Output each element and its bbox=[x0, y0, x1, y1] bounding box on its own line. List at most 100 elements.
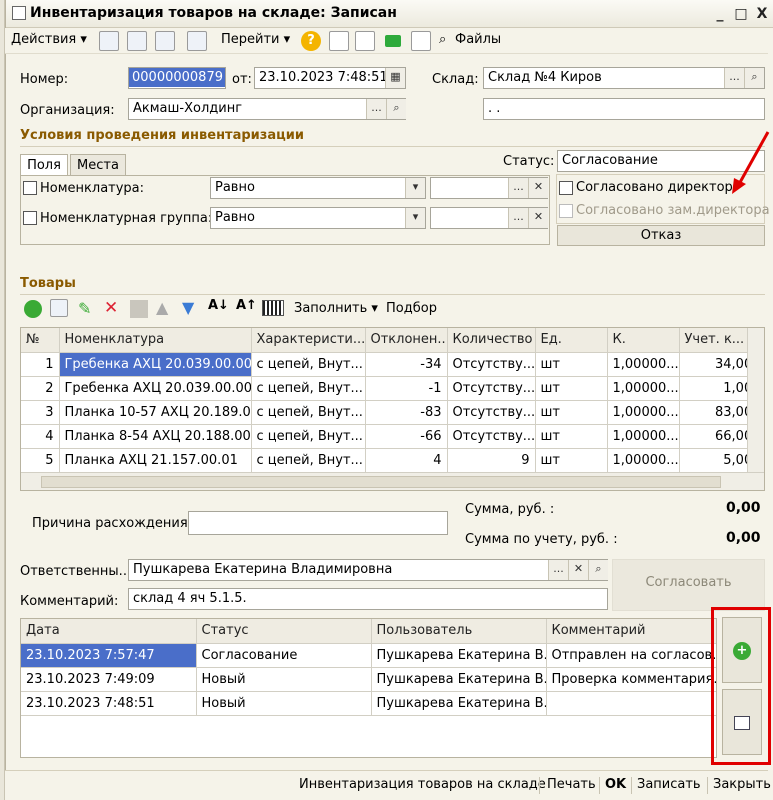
cell: 1,00000... bbox=[607, 400, 680, 425]
barcode-icon[interactable] bbox=[262, 300, 284, 316]
doc-journal-link[interactable]: Инвентаризация товаров на складе bbox=[299, 777, 546, 792]
create-based-icon[interactable] bbox=[187, 31, 207, 51]
table-row[interactable]: 23.10.2023 7:49:09 Новый Пушкарева Екатери… bbox=[21, 667, 716, 692]
chevron-down-icon[interactable]: ▾ bbox=[405, 178, 425, 198]
calendar-icon[interactable]: ▦ bbox=[385, 68, 405, 88]
paperclip-icon[interactable]: ⌕ bbox=[439, 32, 446, 47]
select-button[interactable]: Подбор bbox=[386, 301, 437, 316]
table-row[interactable]: 5 Планка АХЦ 21.157.00.01 с цепей, Внут...… bbox=[21, 448, 764, 473]
approved-deputy-checkbox[interactable] bbox=[559, 204, 573, 218]
sum-accounting-label: Сумма по учету, руб. : bbox=[465, 532, 618, 547]
sort-asc-icon[interactable]: A↓ bbox=[208, 298, 229, 313]
reason-field[interactable] bbox=[188, 511, 448, 535]
copy-row-icon[interactable] bbox=[50, 299, 68, 317]
col-number[interactable]: № bbox=[21, 328, 60, 353]
table-row[interactable]: 23.10.2023 7:48:51 Новый Пушкарева Екатери… bbox=[21, 691, 716, 716]
warehouse-field[interactable]: Склад №4 Киров bbox=[483, 67, 765, 89]
col-characteristic[interactable]: Характеристи... bbox=[251, 328, 366, 353]
clear-icon[interactable]: ✕ bbox=[528, 178, 548, 198]
number-field[interactable]: 00000000879 bbox=[128, 67, 226, 89]
sort-desc-icon[interactable]: A↑ bbox=[236, 298, 257, 313]
table-row[interactable]: 4 Планка 8-54 АХЦ 20.188.00.... с цепей, В… bbox=[21, 424, 764, 449]
cell: Новый bbox=[196, 667, 372, 692]
col-nomenclature[interactable]: Номенклатура bbox=[59, 328, 252, 353]
cell: Пушкарева Екатерина В... bbox=[371, 643, 547, 668]
save-button[interactable]: Записать bbox=[637, 777, 701, 792]
warehouse-select-button[interactable]: ... bbox=[724, 68, 744, 88]
date-field[interactable]: 23.10.2023 7:48:51 bbox=[254, 67, 406, 89]
col-user[interactable]: Пользователь bbox=[371, 619, 547, 644]
table-row[interactable]: 3 Планка 10-57 АХЦ 20.189.0... с цепей, Вн… bbox=[21, 400, 764, 425]
add-history-button[interactable]: + bbox=[722, 617, 762, 683]
fill-menu[interactable]: Заполнить ▾ bbox=[294, 301, 378, 316]
reject-button[interactable]: Отказ bbox=[557, 225, 765, 246]
clear-icon[interactable]: ✕ bbox=[528, 208, 548, 228]
approve-button[interactable]: Согласовать bbox=[612, 559, 765, 611]
clear-icon[interactable]: ✕ bbox=[568, 560, 588, 580]
open-history-button[interactable] bbox=[722, 689, 762, 755]
table-row[interactable]: 2Гребенка АХЦ 20.039.00.000...с цепей, В… bbox=[21, 376, 764, 401]
nomenclature-checkbox[interactable] bbox=[23, 181, 37, 195]
maximize-button[interactable]: □ bbox=[733, 6, 749, 22]
col-status[interactable]: Статус bbox=[196, 619, 372, 644]
close-window-button[interactable]: X bbox=[754, 6, 770, 22]
chevron-down-icon[interactable]: ▾ bbox=[405, 208, 425, 228]
cell: 23.10.2023 7:48:51 bbox=[21, 691, 197, 716]
move-up-icon[interactable]: ▲ bbox=[156, 298, 168, 317]
table-row[interactable]: 23.10.2023 7:57:47 Согласование Пушкарева … bbox=[21, 643, 716, 668]
edit-row-icon[interactable]: ✎ bbox=[78, 299, 91, 318]
actions-menu[interactable]: Действия ▾ bbox=[11, 32, 87, 47]
copy-icon[interactable] bbox=[155, 31, 175, 51]
nomenclature-op-select[interactable]: Равно bbox=[210, 177, 426, 199]
col-quantity[interactable]: Количество bbox=[447, 328, 536, 353]
tab-places[interactable]: Места bbox=[70, 154, 126, 176]
ok-button[interactable]: OK bbox=[605, 777, 626, 792]
title-bar: Инвентаризация товаров на складе: Записа… bbox=[6, 0, 773, 28]
status-green-icon[interactable] bbox=[385, 35, 401, 47]
cell: 4 bbox=[365, 448, 448, 473]
approved-director-checkbox[interactable] bbox=[559, 181, 573, 195]
group-value-select-button[interactable]: ... bbox=[508, 208, 528, 228]
minimize-button[interactable]: _ bbox=[712, 6, 728, 22]
organization-field[interactable]: Акмаш-Холдинг bbox=[128, 98, 406, 120]
nomenclature-value-select-button[interactable]: ... bbox=[508, 178, 528, 198]
extra-field[interactable]: . . bbox=[483, 98, 765, 120]
col-coef[interactable]: К. bbox=[607, 328, 680, 353]
responsible-search-icon[interactable]: ⌕ bbox=[588, 560, 608, 580]
col-date[interactable]: Дата bbox=[21, 619, 197, 644]
delete-row-icon[interactable]: ✕ bbox=[104, 298, 118, 318]
cell: 1,00000... bbox=[607, 448, 680, 473]
refresh-icon[interactable] bbox=[127, 31, 147, 51]
organization-search-icon[interactable]: ⌕ bbox=[386, 99, 406, 119]
report-icon[interactable] bbox=[411, 31, 431, 51]
responsible-field[interactable]: Пушкарева Екатерина Владимировна bbox=[128, 559, 608, 581]
warehouse-search-icon[interactable]: ⌕ bbox=[744, 68, 764, 88]
col-unit[interactable]: Ед. bbox=[535, 328, 608, 353]
list-icon[interactable] bbox=[329, 31, 349, 51]
organization-select-button[interactable]: ... bbox=[366, 99, 386, 119]
cell: с цепей, Внут... bbox=[251, 424, 366, 449]
col-deviation[interactable]: Отклонен... bbox=[365, 328, 448, 353]
vertical-scrollbar[interactable] bbox=[747, 328, 764, 472]
print-button[interactable]: Печать bbox=[547, 777, 596, 792]
goto-menu[interactable]: Перейти ▾ bbox=[221, 32, 290, 47]
responsible-select-button[interactable]: ... bbox=[548, 560, 568, 580]
structure-icon[interactable] bbox=[355, 31, 375, 51]
horizontal-scrollbar[interactable] bbox=[21, 472, 764, 490]
nomenclature-group-checkbox[interactable] bbox=[23, 211, 37, 225]
files-button[interactable]: Файлы bbox=[455, 32, 501, 47]
add-row-icon[interactable] bbox=[24, 300, 42, 318]
warehouse-label: Склад: bbox=[432, 72, 479, 87]
col-comment[interactable]: Комментарий bbox=[546, 619, 716, 644]
comment-field[interactable]: склад 4 яч 5.1.5. bbox=[128, 588, 608, 610]
move-down-icon[interactable]: ▼ bbox=[182, 298, 194, 317]
tab-fields[interactable]: Поля bbox=[20, 154, 68, 176]
scrollbar-thumb[interactable] bbox=[41, 476, 721, 488]
cell: Отсутству... bbox=[447, 376, 536, 401]
post-icon[interactable] bbox=[99, 31, 119, 51]
close-button[interactable]: Закрыть bbox=[713, 777, 771, 792]
table-row[interactable]: 1Гребенка АХЦ 20.039.00.000...с цепей, В… bbox=[21, 352, 764, 377]
bottom-bar: Инвентаризация товаров на складе Печать … bbox=[5, 770, 771, 800]
nomenclature-group-op-select[interactable]: Равно bbox=[210, 207, 426, 229]
help-icon[interactable]: ? bbox=[301, 31, 321, 51]
